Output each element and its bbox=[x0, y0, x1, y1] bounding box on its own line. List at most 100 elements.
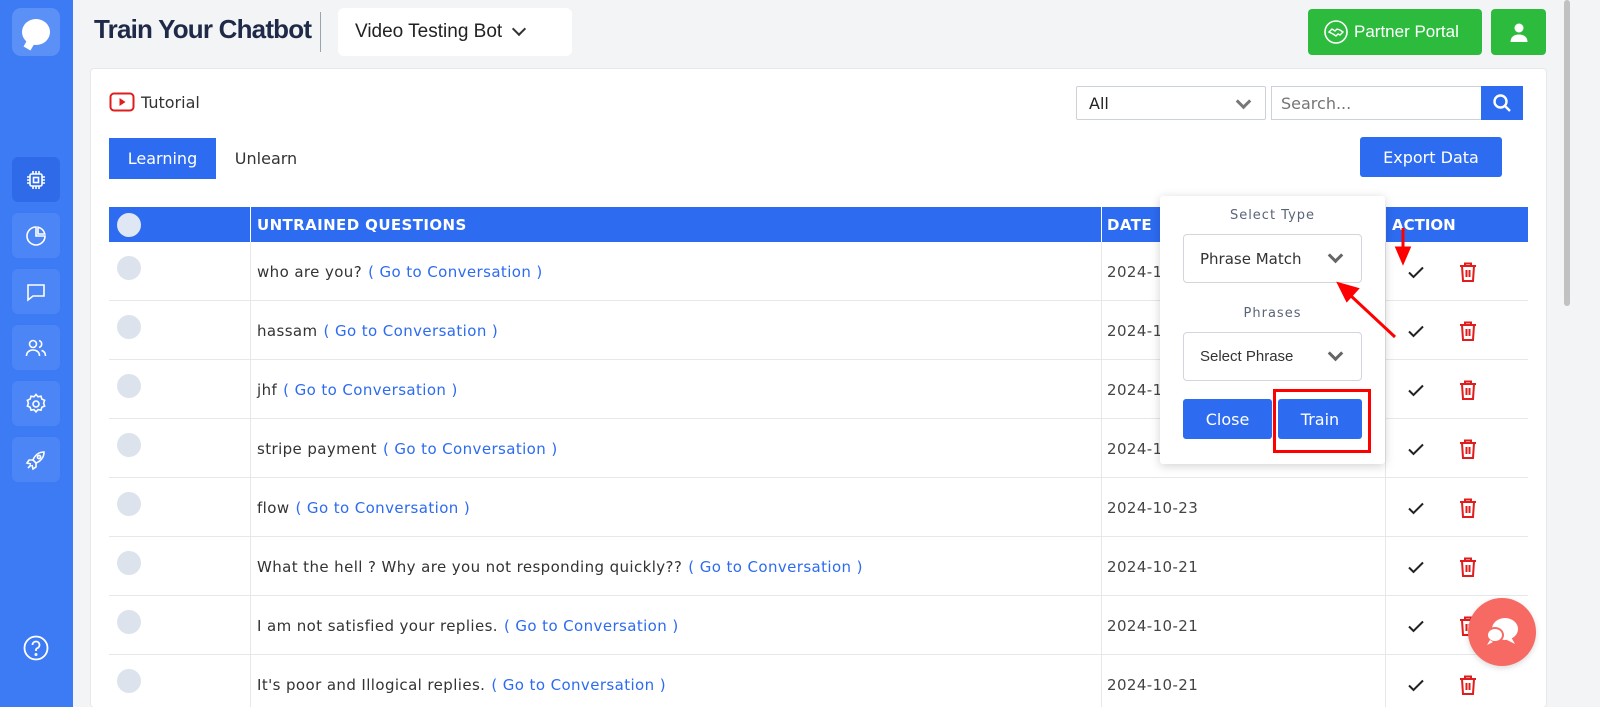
header-select-cell bbox=[109, 207, 251, 242]
approve-button[interactable] bbox=[1406, 321, 1426, 341]
sidebar-item-users[interactable] bbox=[12, 325, 60, 370]
question-text: flow bbox=[257, 498, 290, 517]
table-row: I am not satisfied your replies. ( Go to … bbox=[109, 596, 1528, 655]
table-row: flow ( Go to Conversation ) 2024-10-23 bbox=[109, 478, 1528, 537]
sidebar-item-analytics[interactable] bbox=[12, 213, 60, 258]
chevron-down-icon bbox=[1327, 345, 1344, 362]
select-all-radio[interactable] bbox=[117, 212, 141, 237]
question-cell: I am not satisfied your replies. ( Go to … bbox=[251, 596, 1102, 655]
action-cell bbox=[1386, 360, 1528, 419]
check-icon bbox=[1408, 384, 1424, 396]
tab-unlearn[interactable]: Unlearn bbox=[216, 138, 316, 179]
approve-button[interactable] bbox=[1406, 675, 1426, 695]
question-cell: It's poor and Illogical replies. ( Go to … bbox=[251, 655, 1102, 707]
chat-widget-button[interactable] bbox=[1468, 598, 1536, 666]
row-select-cell bbox=[109, 537, 251, 596]
row-select-radio[interactable] bbox=[117, 432, 141, 457]
row-select-radio[interactable] bbox=[117, 255, 141, 280]
delete-button[interactable] bbox=[1458, 320, 1478, 342]
sidebar-item-deploy[interactable] bbox=[12, 437, 60, 482]
filter-select[interactable]: All bbox=[1076, 86, 1266, 120]
trash-icon bbox=[1460, 557, 1476, 577]
question-cell: stripe payment ( Go to Conversation ) bbox=[251, 419, 1102, 478]
sidebar bbox=[0, 0, 73, 707]
phrase-select-value: Select Phrase bbox=[1200, 348, 1294, 365]
go-to-conversation-link[interactable]: ( Go to Conversation ) bbox=[324, 322, 499, 340]
row-select-cell bbox=[109, 360, 251, 419]
sidebar-item-conversations[interactable] bbox=[12, 269, 60, 314]
partner-portal-button[interactable]: Partner Portal bbox=[1308, 9, 1482, 55]
page-scrollbar[interactable] bbox=[1564, 0, 1570, 306]
row-select-cell bbox=[109, 596, 251, 655]
row-select-cell bbox=[109, 478, 251, 537]
row-select-radio[interactable] bbox=[117, 668, 141, 693]
search-button[interactable] bbox=[1481, 86, 1523, 120]
search-input[interactable] bbox=[1271, 86, 1483, 120]
tutorial-link[interactable]: Tutorial bbox=[109, 92, 200, 112]
action-cell bbox=[1386, 478, 1528, 537]
trash-icon bbox=[1460, 439, 1476, 459]
go-to-conversation-link[interactable]: ( Go to Conversation ) bbox=[504, 617, 679, 635]
row-select-cell bbox=[109, 242, 251, 301]
row-select-radio[interactable] bbox=[117, 373, 141, 398]
select-type-label: Select Type bbox=[1229, 208, 1316, 223]
date-cell: 2024-10-23 bbox=[1102, 478, 1386, 537]
delete-button[interactable] bbox=[1458, 438, 1478, 460]
help-icon bbox=[23, 635, 49, 661]
help-button[interactable] bbox=[22, 634, 50, 662]
action-cell bbox=[1386, 242, 1528, 301]
row-select-radio[interactable] bbox=[117, 491, 141, 516]
delete-button[interactable] bbox=[1458, 261, 1478, 283]
approve-button[interactable] bbox=[1406, 262, 1426, 282]
approve-button[interactable] bbox=[1406, 616, 1426, 636]
question-cell: What the hell ? Why are you not respondi… bbox=[251, 537, 1102, 596]
row-select-radio[interactable] bbox=[117, 609, 141, 634]
chat-bubbles-icon bbox=[1486, 618, 1518, 645]
go-to-conversation-link[interactable]: ( Go to Conversation ) bbox=[491, 676, 666, 694]
approve-button[interactable] bbox=[1406, 380, 1426, 400]
bot-selector[interactable]: Video Testing Bot bbox=[338, 8, 572, 56]
question-text: who are you? bbox=[257, 262, 363, 281]
close-button[interactable]: Close bbox=[1183, 399, 1272, 439]
bot-selector-label: Video Testing Bot bbox=[355, 21, 503, 42]
go-to-conversation-link[interactable]: ( Go to Conversation ) bbox=[368, 263, 543, 281]
approve-button[interactable] bbox=[1406, 498, 1426, 518]
row-select-cell bbox=[109, 301, 251, 360]
page-title: Train Your Chatbot bbox=[94, 14, 312, 44]
search-icon bbox=[1493, 94, 1511, 112]
sidebar-item-train[interactable] bbox=[12, 157, 60, 202]
go-to-conversation-link[interactable]: ( Go to Conversation ) bbox=[383, 440, 558, 458]
question-text: hassam bbox=[257, 321, 318, 340]
approve-button[interactable] bbox=[1406, 557, 1426, 577]
delete-button[interactable] bbox=[1458, 556, 1478, 578]
type-select[interactable]: Phrase Match bbox=[1183, 234, 1362, 283]
check-icon bbox=[1408, 325, 1424, 337]
delete-button[interactable] bbox=[1458, 379, 1478, 401]
chip-icon bbox=[27, 170, 45, 189]
date-cell: 2024-10-21 bbox=[1102, 655, 1386, 707]
check-icon bbox=[1408, 266, 1424, 278]
user-profile-button[interactable] bbox=[1491, 9, 1546, 55]
question-cell: jhf ( Go to Conversation ) bbox=[251, 360, 1102, 419]
export-data-button[interactable]: Export Data bbox=[1360, 137, 1502, 177]
tab-learning[interactable]: Learning bbox=[109, 138, 216, 179]
row-select-radio[interactable] bbox=[117, 550, 141, 575]
approve-button[interactable] bbox=[1406, 439, 1426, 459]
sidebar-item-settings[interactable] bbox=[12, 381, 60, 426]
action-cell bbox=[1386, 301, 1528, 360]
go-to-conversation-link[interactable]: ( Go to Conversation ) bbox=[296, 499, 471, 517]
phrase-select[interactable]: Select Phrase bbox=[1183, 332, 1362, 381]
trash-icon bbox=[1460, 321, 1476, 341]
check-icon bbox=[1408, 502, 1424, 514]
question-text: jhf bbox=[257, 380, 278, 399]
date-cell: 2024-10-21 bbox=[1102, 537, 1386, 596]
delete-button[interactable] bbox=[1458, 674, 1478, 696]
row-select-radio[interactable] bbox=[117, 314, 141, 339]
tutorial-label: Tutorial bbox=[141, 92, 200, 112]
row-select-cell bbox=[109, 419, 251, 478]
delete-button[interactable] bbox=[1458, 497, 1478, 519]
chevron-down-icon bbox=[512, 21, 527, 37]
go-to-conversation-link[interactable]: ( Go to Conversation ) bbox=[283, 381, 458, 399]
go-to-conversation-link[interactable]: ( Go to Conversation ) bbox=[688, 558, 863, 576]
logo[interactable] bbox=[12, 8, 60, 56]
